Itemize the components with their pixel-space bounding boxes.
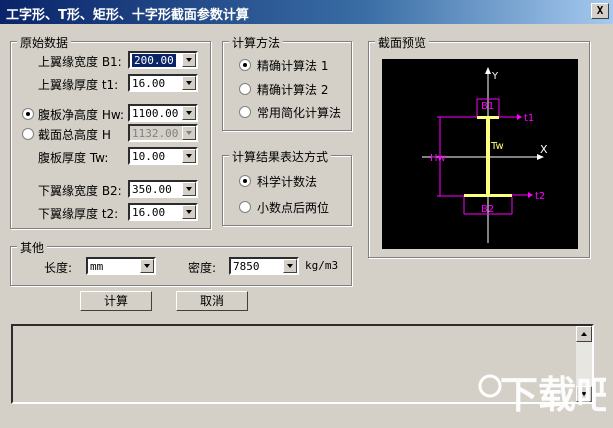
window-title: 工字形、T形、矩形、十字形截面参数计算: [6, 8, 249, 23]
format-option-scientific[interactable]: 科学计数法: [257, 173, 317, 190]
x-axis-label: X: [540, 143, 548, 156]
section-diagram: Y X B1 t1 Hw Tw t2 B2: [422, 67, 548, 243]
method-option-1[interactable]: 精确计算法 1: [257, 57, 328, 74]
method-option-2[interactable]: 精确计算法 2: [257, 81, 328, 98]
web-thickness-label: 腹板厚度 Tw:: [38, 151, 109, 165]
length-unit-select[interactable]: mm: [86, 257, 156, 275]
method-radio-3[interactable]: [239, 106, 251, 118]
density-select[interactable]: 7850: [229, 257, 299, 275]
method-legend: 计算方法: [229, 34, 284, 51]
chevron-down-icon: [182, 126, 196, 140]
density-label: 密度:: [188, 261, 217, 275]
format-radio-two-decimals[interactable]: [239, 201, 251, 213]
hw-label: Hw: [430, 153, 446, 164]
top-flange-thickness-value: 16.00: [132, 77, 166, 90]
cancel-button[interactable]: 取消: [176, 291, 248, 311]
t1-label: t1: [524, 113, 534, 124]
b1-label: B1: [481, 101, 494, 112]
top-flange: [477, 116, 499, 119]
top-flange-thickness-combo[interactable]: 16.00: [128, 74, 198, 92]
bottom-flange-width-label: 下翼缘宽度 B2:: [38, 184, 122, 198]
web-net-height-label: 腹板净高度 Hw:: [38, 108, 125, 122]
method-radio-1[interactable]: [239, 59, 251, 71]
scroll-up-icon[interactable]: [576, 326, 592, 342]
bottom-flange-thickness-value: 16.00: [132, 206, 166, 219]
density-unit: kg/m3: [305, 259, 339, 272]
result-format-legend: 计算结果表达方式: [229, 148, 332, 165]
section-preview-canvas: Y X B1 t1 Hw Tw t2 B2: [382, 59, 578, 249]
chevron-down-icon[interactable]: [182, 53, 196, 67]
t1-arrow-icon: [517, 114, 522, 120]
top-flange-width-value: 200.00: [132, 54, 176, 67]
tw-label: Tw: [490, 141, 504, 152]
input-params-legend: 原始数据: [17, 34, 72, 51]
bottom-flange-width-combo[interactable]: 350.00: [128, 180, 198, 198]
web-net-height-value: 1100.00: [132, 107, 179, 120]
close-button[interactable]: X: [591, 3, 609, 19]
t2-arrow-icon: [528, 192, 533, 198]
title-bar: 工字形、T形、矩形、十字形截面参数计算 X: [0, 0, 613, 24]
top-flange-width-combo[interactable]: 200.00: [128, 51, 198, 69]
bottom-flange: [464, 194, 512, 197]
chevron-down-icon[interactable]: [182, 149, 196, 163]
y-axis-arrow-icon: [485, 67, 491, 74]
watermark-logo: 下载吧: [476, 364, 613, 424]
bottom-flange-thickness-combo[interactable]: 16.00: [128, 203, 198, 221]
web-thickness-value: 10.00: [132, 150, 166, 163]
total-height-radio[interactable]: [22, 128, 34, 140]
watermark-graphic: 下载吧: [478, 373, 613, 417]
other-legend: 其他: [17, 239, 48, 256]
chevron-down-icon[interactable]: [182, 106, 196, 120]
chevron-down-icon[interactable]: [283, 259, 297, 273]
bottom-flange-thickness-label: 下翼缘厚度 t2:: [38, 207, 119, 221]
b2-label: B2: [481, 204, 494, 215]
chevron-down-icon[interactable]: [182, 182, 196, 196]
top-flange-thickness-label: 上翼缘厚度 t1:: [38, 78, 119, 92]
watermark-swirl-icon: [478, 374, 502, 398]
web-height-radio[interactable]: [22, 108, 34, 120]
format-option-two-decimals[interactable]: 小数点后两位: [257, 199, 329, 216]
length-label: 长度:: [44, 261, 73, 275]
y-axis-label: Y: [491, 71, 499, 82]
format-radio-scientific[interactable]: [239, 175, 251, 187]
bottom-flange-width-value: 350.00: [132, 183, 172, 196]
section-total-height-combo: 1132.00: [128, 124, 198, 142]
density-value: 7850: [233, 260, 260, 273]
method-option-3[interactable]: 常用简化计算法: [257, 104, 341, 121]
close-icon: X: [596, 4, 604, 17]
web-net-height-combo[interactable]: 1100.00: [128, 104, 198, 122]
preview-legend: 截面预览: [375, 34, 430, 51]
web: [486, 119, 490, 194]
section-total-height-label: 截面总高度 H: [38, 128, 111, 142]
chevron-down-icon[interactable]: [182, 205, 196, 219]
watermark-text: 下载吧: [500, 373, 606, 417]
calculate-button[interactable]: 计算: [80, 291, 152, 311]
chevron-down-icon[interactable]: [182, 76, 196, 90]
web-thickness-combo[interactable]: 10.00: [128, 147, 198, 165]
chevron-down-icon[interactable]: [140, 259, 154, 273]
t2-label: t2: [535, 191, 545, 202]
top-flange-width-label: 上翼缘宽度 B1:: [38, 55, 122, 69]
method-radio-2[interactable]: [239, 83, 251, 95]
length-unit-value: mm: [90, 260, 104, 273]
section-total-height-value: 1132.00: [132, 127, 179, 140]
